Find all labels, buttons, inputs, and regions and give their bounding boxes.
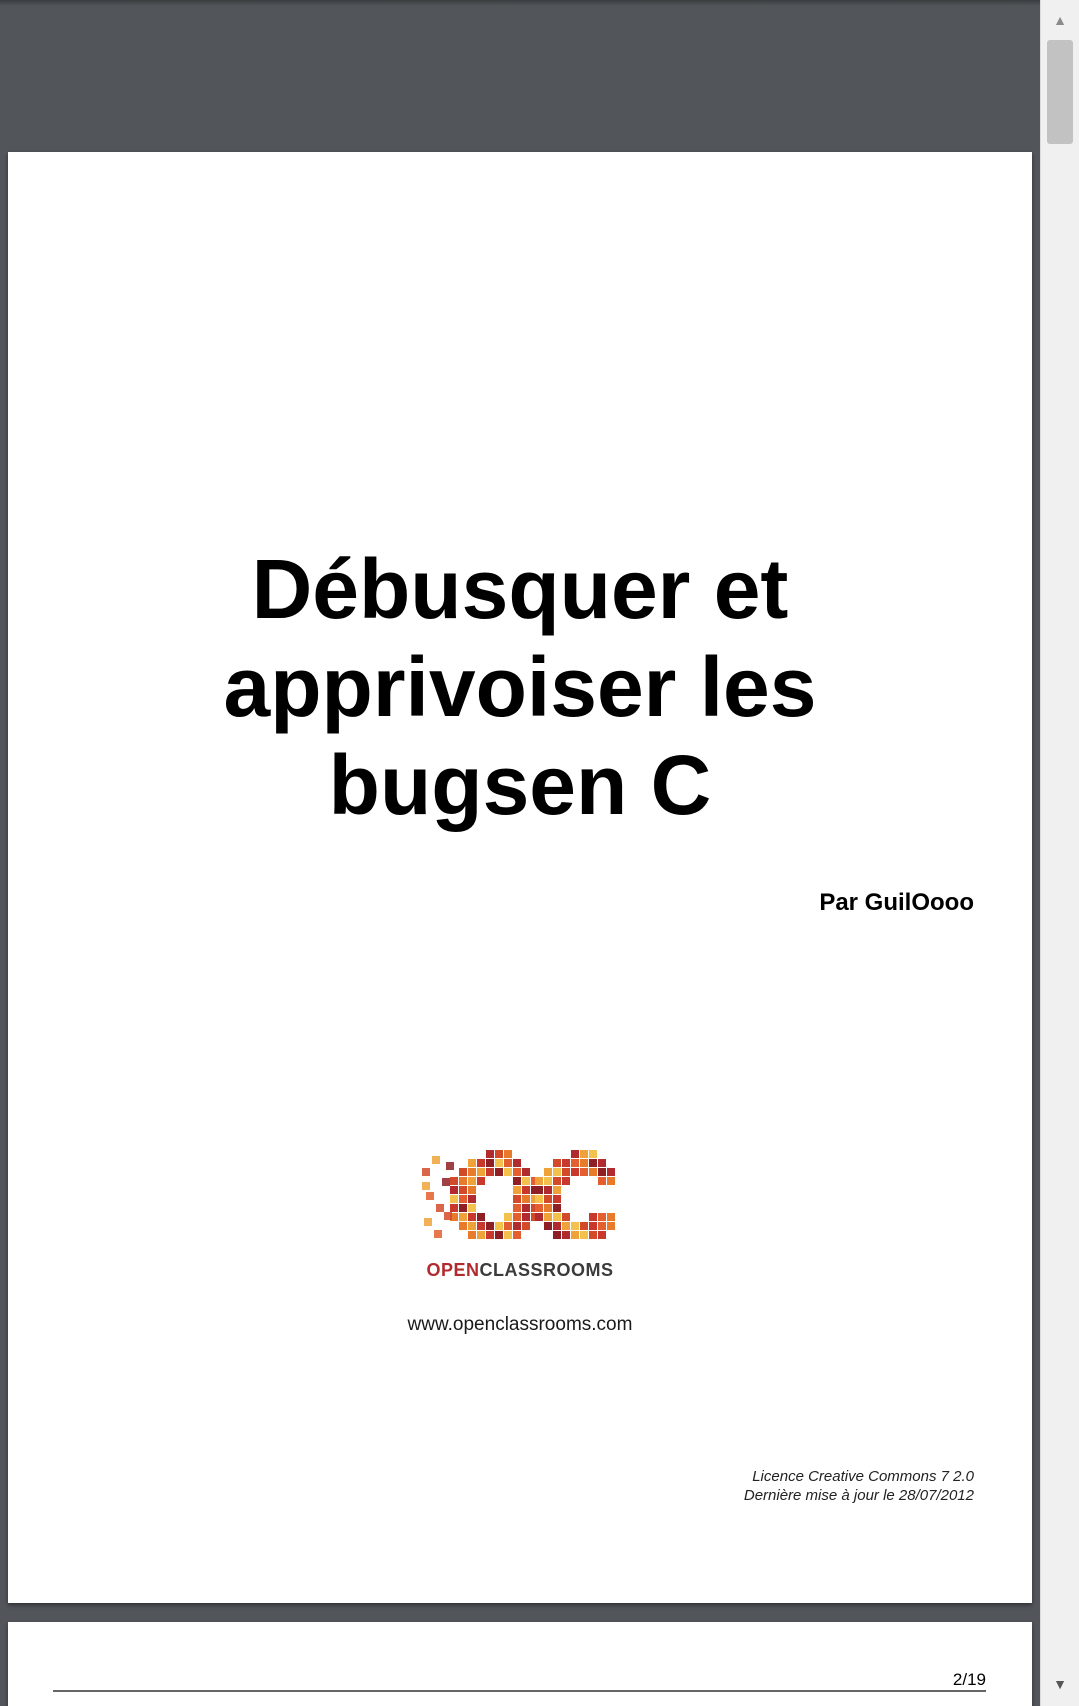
logo-wordmark: OPENCLASSROOMS xyxy=(8,1260,1032,1281)
document-title: Débusquer et apprivoiser les bugsen C xyxy=(8,540,1032,834)
title-line-2: apprivoiser les xyxy=(223,640,817,734)
scroll-up-arrow-icon[interactable]: ▲ xyxy=(1041,6,1079,34)
title-line-1: Débusquer et xyxy=(251,542,789,636)
header-rule xyxy=(53,1690,986,1692)
scroll-down-arrow-icon[interactable]: ▼ xyxy=(1041,1670,1079,1698)
pdf-page-2: 2/19 xyxy=(8,1622,1032,1706)
author-byline: Par GuilOooo xyxy=(819,889,974,916)
pdf-page-1: Débusquer et apprivoiser les bugsen C Pa… xyxy=(8,152,1032,1603)
website-url: www.openclassrooms.com xyxy=(407,1314,633,1335)
license-info: Licence Creative Commons 7 2.0 Dernière … xyxy=(744,1467,974,1505)
title-line-3: bugsen C xyxy=(328,738,712,832)
pdf-viewer[interactable]: Débusquer et apprivoiser les bugsen C Pa… xyxy=(0,0,1040,1706)
page-number: 2/19 xyxy=(952,1670,986,1689)
scrollbar-thumb[interactable] xyxy=(1047,40,1073,144)
logo-text-open: OPEN xyxy=(426,1260,480,1280)
license-line: Licence Creative Commons 7 2.0 xyxy=(752,1468,974,1485)
logo-text-classrooms: CLASSROOMS xyxy=(479,1260,614,1280)
vertical-scrollbar[interactable]: ▲ ▼ xyxy=(1040,0,1079,1706)
last-update-line: Dernière mise à jour le 28/07/2012 xyxy=(743,1487,974,1504)
viewer-top-shadow xyxy=(0,0,1040,6)
